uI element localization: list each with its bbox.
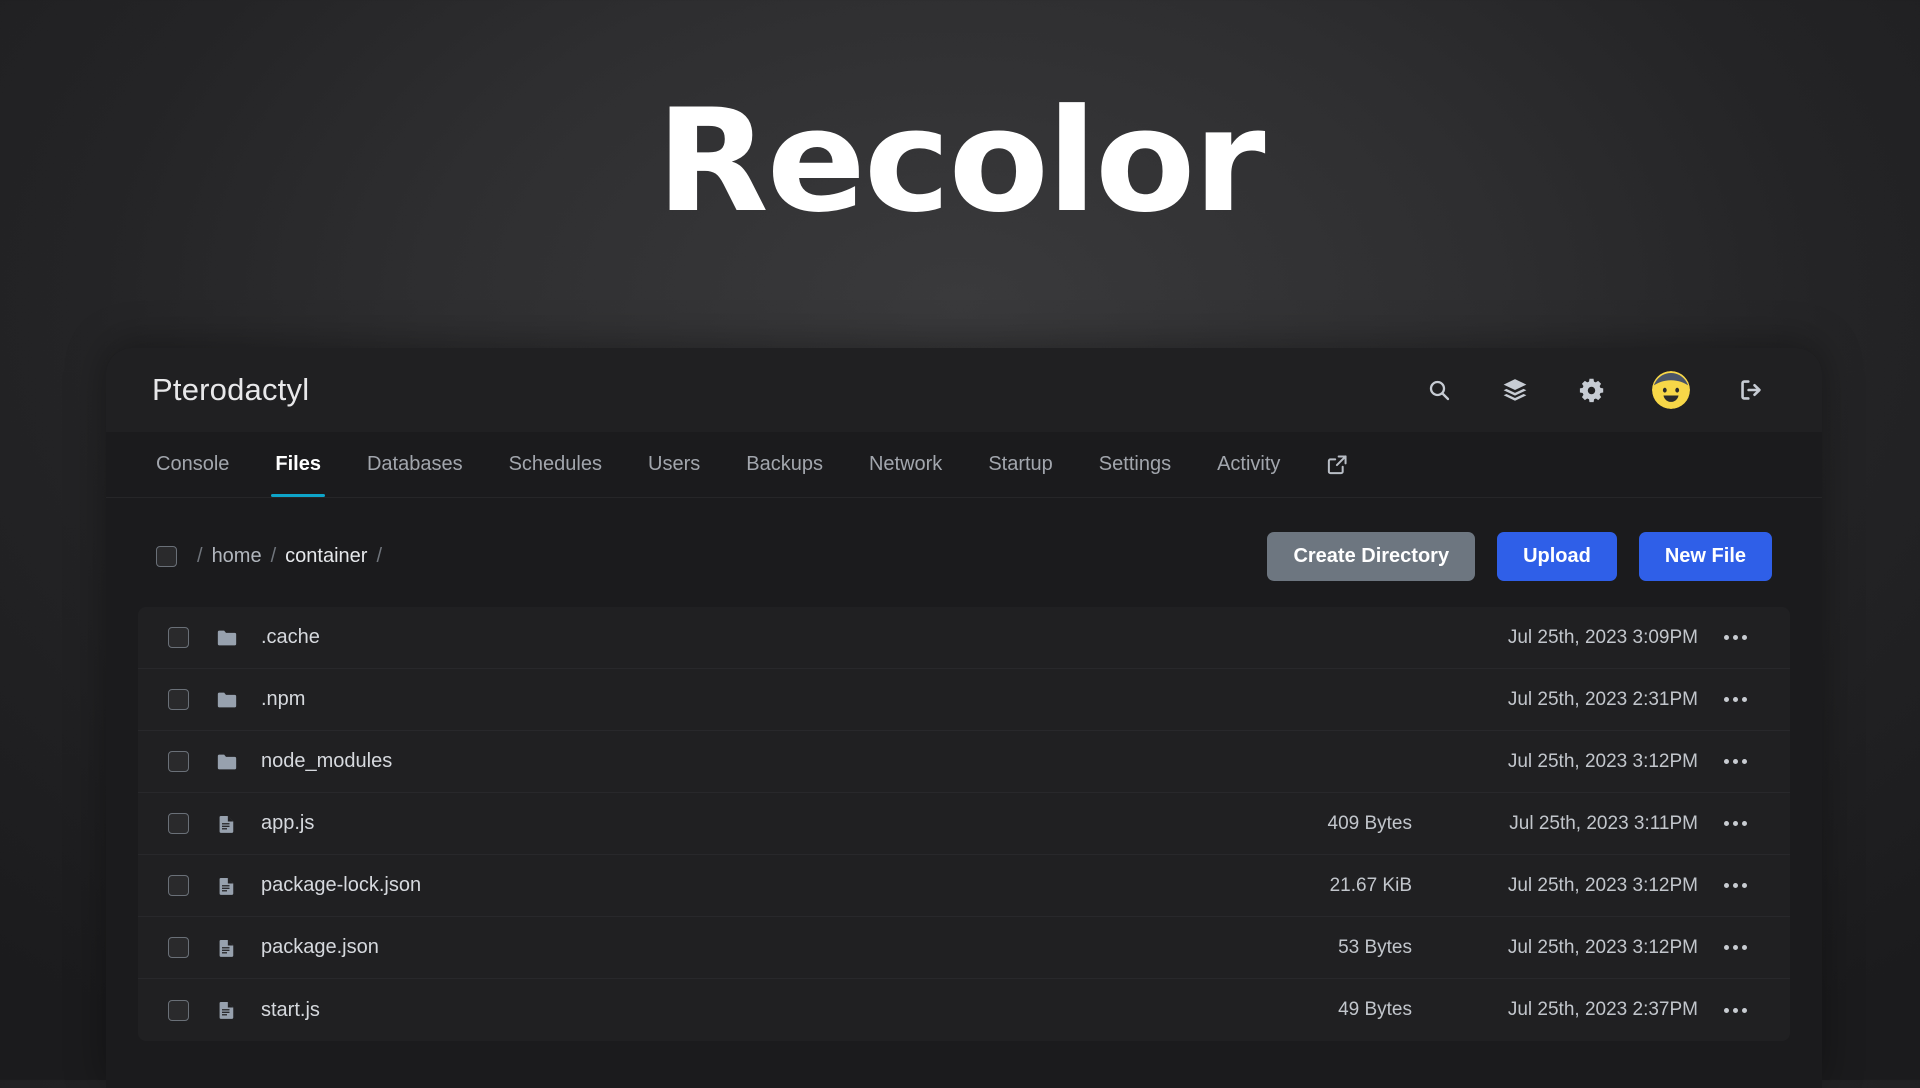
file-icon	[215, 812, 239, 836]
file-modified: Jul 25th, 2023 3:12PM	[1448, 875, 1698, 897]
tab-console[interactable]: Console	[156, 432, 229, 497]
tab-label: Network	[869, 453, 942, 476]
row-checkbox[interactable]	[168, 1000, 189, 1021]
row-menu-icon[interactable]	[1698, 635, 1772, 640]
pterodactyl-panel: Pterodactyl	[106, 348, 1822, 1088]
file-name: start.js	[261, 999, 320, 1022]
files-toolbar: / home / container / Create Directory Up…	[106, 498, 1822, 607]
tab-label: Files	[275, 453, 321, 476]
breadcrumb: / home / container /	[197, 545, 382, 568]
new-file-button[interactable]: New File	[1639, 532, 1772, 581]
toolbar-buttons: Create Directory Upload New File	[1267, 532, 1772, 581]
tab-label: Console	[156, 453, 229, 476]
file-name: .npm	[261, 688, 305, 711]
layers-icon[interactable]	[1500, 375, 1530, 405]
file-modified: Jul 25th, 2023 3:11PM	[1448, 813, 1698, 835]
file-icon	[215, 936, 239, 960]
tab-startup[interactable]: Startup	[988, 432, 1052, 497]
row-checkbox[interactable]	[168, 875, 189, 896]
table-row[interactable]: app.js 409 Bytes Jul 25th, 2023 3:11PM	[138, 793, 1790, 855]
file-list: .cache Jul 25th, 2023 3:09PM .npm Jul 25…	[138, 607, 1790, 1041]
tab-label: Backups	[746, 453, 823, 476]
app-header: Pterodactyl	[106, 348, 1822, 432]
row-checkbox[interactable]	[168, 751, 189, 772]
file-icon	[215, 874, 239, 898]
row-menu-icon[interactable]	[1698, 1008, 1772, 1013]
header-actions	[1424, 371, 1822, 409]
row-menu-icon[interactable]	[1698, 759, 1772, 764]
tab-label: Settings	[1099, 453, 1171, 476]
tab-users[interactable]: Users	[648, 432, 700, 497]
breadcrumb-item-home[interactable]: home	[212, 545, 262, 568]
external-link-icon[interactable]	[1326, 432, 1349, 497]
file-modified: Jul 25th, 2023 3:12PM	[1448, 937, 1698, 959]
page-title: Recolor	[656, 91, 1263, 233]
file-name: app.js	[261, 812, 314, 835]
table-row[interactable]: node_modules Jul 25th, 2023 3:12PM	[138, 731, 1790, 793]
tab-label: Activity	[1217, 453, 1280, 476]
tab-network[interactable]: Network	[869, 432, 942, 497]
tab-label: Users	[648, 453, 700, 476]
breadcrumb-separator: /	[197, 545, 203, 568]
table-row[interactable]: package.json 53 Bytes Jul 25th, 2023 3:1…	[138, 917, 1790, 979]
table-row[interactable]: .cache Jul 25th, 2023 3:09PM	[138, 607, 1790, 669]
row-checkbox[interactable]	[168, 937, 189, 958]
folder-icon	[215, 750, 239, 774]
file-name: package-lock.json	[261, 874, 421, 897]
file-icon	[215, 998, 239, 1022]
file-name: node_modules	[261, 750, 392, 773]
folder-icon	[215, 626, 239, 650]
file-modified: Jul 25th, 2023 2:31PM	[1448, 689, 1698, 711]
tab-label: Schedules	[509, 453, 602, 476]
tab-files[interactable]: Files	[275, 432, 321, 497]
file-modified: Jul 25th, 2023 3:12PM	[1448, 751, 1698, 773]
row-checkbox[interactable]	[168, 813, 189, 834]
select-all-checkbox[interactable]	[156, 546, 177, 567]
row-menu-icon[interactable]	[1698, 821, 1772, 826]
file-size: 409 Bytes	[1208, 813, 1448, 835]
table-row[interactable]: .npm Jul 25th, 2023 2:31PM	[138, 669, 1790, 731]
file-size: 49 Bytes	[1208, 999, 1448, 1021]
breadcrumb-area: / home / container /	[156, 545, 382, 568]
tab-label: Databases	[367, 453, 463, 476]
tab-bar: Console Files Databases Schedules Users …	[106, 432, 1822, 498]
table-row[interactable]: start.js 49 Bytes Jul 25th, 2023 2:37PM	[138, 979, 1790, 1041]
create-directory-button[interactable]: Create Directory	[1267, 532, 1475, 581]
upload-button[interactable]: Upload	[1497, 532, 1617, 581]
tab-settings[interactable]: Settings	[1099, 432, 1171, 497]
tab-backups[interactable]: Backups	[746, 432, 823, 497]
row-checkbox[interactable]	[168, 689, 189, 710]
tab-label: Startup	[988, 453, 1052, 476]
hero-banner: Recolor	[0, 0, 1920, 340]
tab-databases[interactable]: Databases	[367, 432, 463, 497]
file-modified: Jul 25th, 2023 3:09PM	[1448, 627, 1698, 649]
row-menu-icon[interactable]	[1698, 697, 1772, 702]
tab-activity[interactable]: Activity	[1217, 432, 1280, 497]
folder-icon	[215, 688, 239, 712]
breadcrumb-item-container[interactable]: container	[285, 545, 367, 568]
search-icon[interactable]	[1424, 375, 1454, 405]
brand-title: Pterodactyl	[152, 372, 309, 408]
row-menu-icon[interactable]	[1698, 945, 1772, 950]
file-name: .cache	[261, 626, 320, 649]
avatar[interactable]	[1652, 371, 1690, 409]
tab-schedules[interactable]: Schedules	[509, 432, 602, 497]
breadcrumb-separator: /	[271, 545, 277, 568]
gear-icon[interactable]	[1576, 375, 1606, 405]
breadcrumb-separator: /	[376, 545, 382, 568]
file-size: 21.67 KiB	[1208, 875, 1448, 897]
logout-icon[interactable]	[1736, 375, 1766, 405]
file-modified: Jul 25th, 2023 2:37PM	[1448, 999, 1698, 1021]
row-menu-icon[interactable]	[1698, 883, 1772, 888]
file-size: 53 Bytes	[1208, 937, 1448, 959]
row-checkbox[interactable]	[168, 627, 189, 648]
file-name: package.json	[261, 936, 379, 959]
table-row[interactable]: package-lock.json 21.67 KiB Jul 25th, 20…	[138, 855, 1790, 917]
